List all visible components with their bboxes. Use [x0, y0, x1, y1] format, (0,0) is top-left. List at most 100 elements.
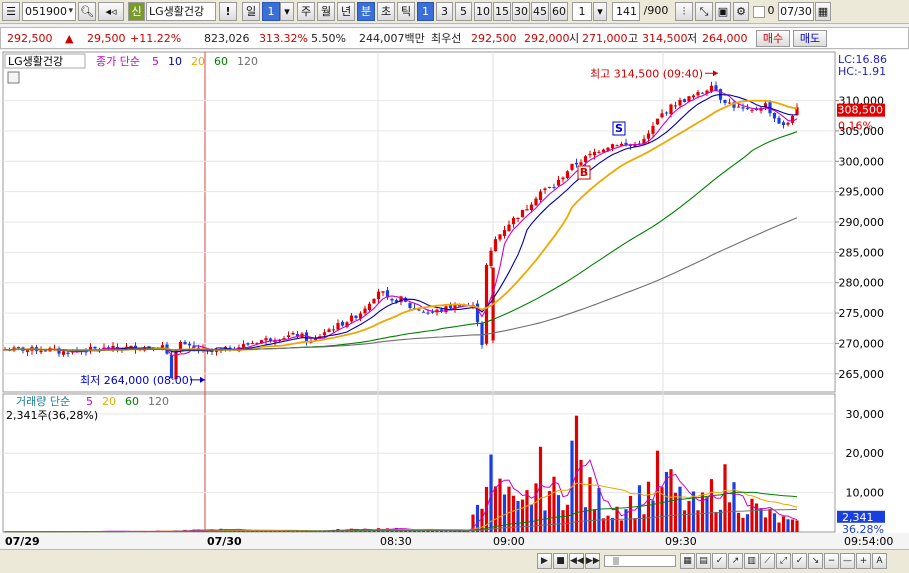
- scale-icon[interactable]: ⤢: [776, 553, 791, 569]
- interval-60-button[interactable]: 60: [550, 2, 568, 21]
- save-icon[interactable]: ▣: [715, 2, 731, 21]
- period-second-button[interactable]: 초: [377, 2, 395, 21]
- candle-body: [336, 323, 340, 330]
- buy-button[interactable]: 매수: [756, 30, 790, 47]
- scroll-bar-area: ▶ ■ ◀◀ ▶▶ ▦ ▤ ✓ ↗ ▥ ⟋ ⤢ ✓ ↘ − — + A: [0, 549, 909, 573]
- candle-body: [511, 217, 516, 225]
- grid-icon[interactable]: ▦: [680, 553, 695, 569]
- zoom-out-icon[interactable]: —: [840, 553, 855, 569]
- stock-code-input[interactable]: 051900: [22, 2, 76, 21]
- volume-bar: [714, 511, 718, 532]
- interval-3-button[interactable]: 3: [436, 2, 453, 21]
- zero-checkbox[interactable]: [753, 6, 765, 18]
- high-price: 314,500: [642, 32, 688, 45]
- volume-bar: [781, 516, 786, 532]
- chart-bars-icon[interactable]: ▥: [744, 553, 759, 569]
- interval-30-button[interactable]: 30: [512, 2, 530, 21]
- interval-input[interactable]: 1: [572, 2, 592, 21]
- menu-icon[interactable]: ☰: [2, 2, 20, 21]
- candle-body: [664, 112, 669, 114]
- volume-bar: [795, 520, 799, 532]
- chart-type-icon[interactable]: ▤: [696, 553, 711, 569]
- chart-background: [0, 50, 909, 549]
- volume-bar: [543, 510, 547, 532]
- volume-bar: [534, 483, 538, 532]
- gear-icon[interactable]: ⚙: [733, 2, 749, 21]
- candle-body: [538, 191, 543, 201]
- stock-name-field[interactable]: LG생활건강: [146, 2, 216, 21]
- low-annotation: 최저 264,000 (08:00): [80, 374, 193, 387]
- candle-body: [286, 335, 291, 338]
- candle-body: [516, 217, 520, 220]
- minus-icon[interactable]: −: [824, 553, 839, 569]
- zoom-in-icon[interactable]: +: [856, 553, 871, 569]
- volume-bar: [786, 519, 790, 532]
- arrow-icon[interactable]: ↘: [808, 553, 823, 569]
- alert-button[interactable]: !: [219, 2, 237, 21]
- period-minute-button[interactable]: 분: [357, 2, 375, 21]
- candle-body: [493, 239, 498, 252]
- current-pct-tag: 0.16%: [838, 120, 873, 133]
- candle-body: [696, 92, 700, 96]
- period-num-field[interactable]: 1: [262, 2, 280, 21]
- scroll-next-icon[interactable]: ▶: [537, 553, 552, 569]
- candle-icon[interactable]: ⫶: [675, 2, 693, 21]
- period-tick-button[interactable]: 틱: [397, 2, 415, 21]
- sound-icon[interactable]: ◂◃: [98, 2, 124, 21]
- price-y-tick-label: 290,000: [839, 216, 885, 229]
- price-y-tick-label: 300,000: [839, 155, 885, 168]
- candle-body: [246, 343, 250, 345]
- period-dropdown-icon[interactable]: ▾: [280, 2, 294, 21]
- forward-icon[interactable]: ▶▶: [585, 553, 600, 569]
- candle-body: [354, 315, 358, 318]
- price-y-tick-label: 270,000: [839, 337, 885, 350]
- x-axis-label: 09:00: [493, 535, 525, 548]
- period-year-button[interactable]: 년: [337, 2, 355, 21]
- zoom-slider-handle[interactable]: [613, 557, 619, 565]
- draw-icon[interactable]: ⤡: [695, 2, 713, 21]
- interval-1-button[interactable]: 1: [417, 2, 434, 21]
- count-input[interactable]: 141: [612, 2, 640, 21]
- ma-period-label: 10: [168, 55, 182, 68]
- period-month-button[interactable]: 월: [317, 2, 335, 21]
- volume-bar: [759, 508, 763, 532]
- candle-body: [570, 163, 574, 170]
- interval-15-button[interactable]: 15: [493, 2, 511, 21]
- candle-body: [534, 198, 538, 206]
- volume-bar: [777, 522, 781, 532]
- calendar-icon[interactable]: ▦: [815, 2, 831, 21]
- period-day-button[interactable]: 일: [242, 2, 260, 21]
- interval-5-button[interactable]: 5: [455, 2, 472, 21]
- interval-dropdown-icon[interactable]: ▾: [593, 2, 607, 21]
- sell-button[interactable]: 매도: [793, 30, 827, 47]
- stop-icon[interactable]: ■: [553, 553, 568, 569]
- font-size-icon[interactable]: A: [872, 553, 887, 569]
- check-icon[interactable]: ✓: [712, 553, 727, 569]
- candle-body: [691, 95, 696, 98]
- candle-body: [502, 230, 507, 236]
- date-field[interactable]: 07/30: [778, 2, 814, 21]
- volume-bar: [597, 488, 601, 532]
- period-week-button[interactable]: 주: [297, 2, 315, 21]
- line-icon[interactable]: ⟋: [760, 553, 775, 569]
- interval-10-button[interactable]: 10: [474, 2, 492, 21]
- volume-bar: [588, 477, 592, 532]
- zoom-slider[interactable]: [604, 555, 676, 567]
- search-icon[interactable]: 🔍︎: [78, 2, 96, 21]
- cursor-icon[interactable]: ↗: [728, 553, 743, 569]
- volume-bar: [682, 510, 687, 532]
- volume-bar: [507, 486, 511, 532]
- x-axis-label: 07/29: [5, 535, 40, 548]
- check2-icon[interactable]: ✓: [792, 553, 807, 569]
- volume-bar: [727, 502, 732, 532]
- candle-body: [529, 204, 534, 210]
- candle-body: [660, 113, 664, 118]
- candle-body: [340, 321, 345, 326]
- candle-body: [520, 209, 525, 218]
- price-volume-chart[interactable]: 310,000305,000300,000295,000290,000285,0…: [0, 50, 909, 549]
- rewind-icon[interactable]: ◀◀: [569, 553, 584, 569]
- candle-body: [507, 224, 511, 231]
- up-triangle-icon: ▲: [65, 32, 74, 45]
- price-y-tick-label: 285,000: [839, 246, 885, 259]
- interval-45-button[interactable]: 45: [531, 2, 549, 21]
